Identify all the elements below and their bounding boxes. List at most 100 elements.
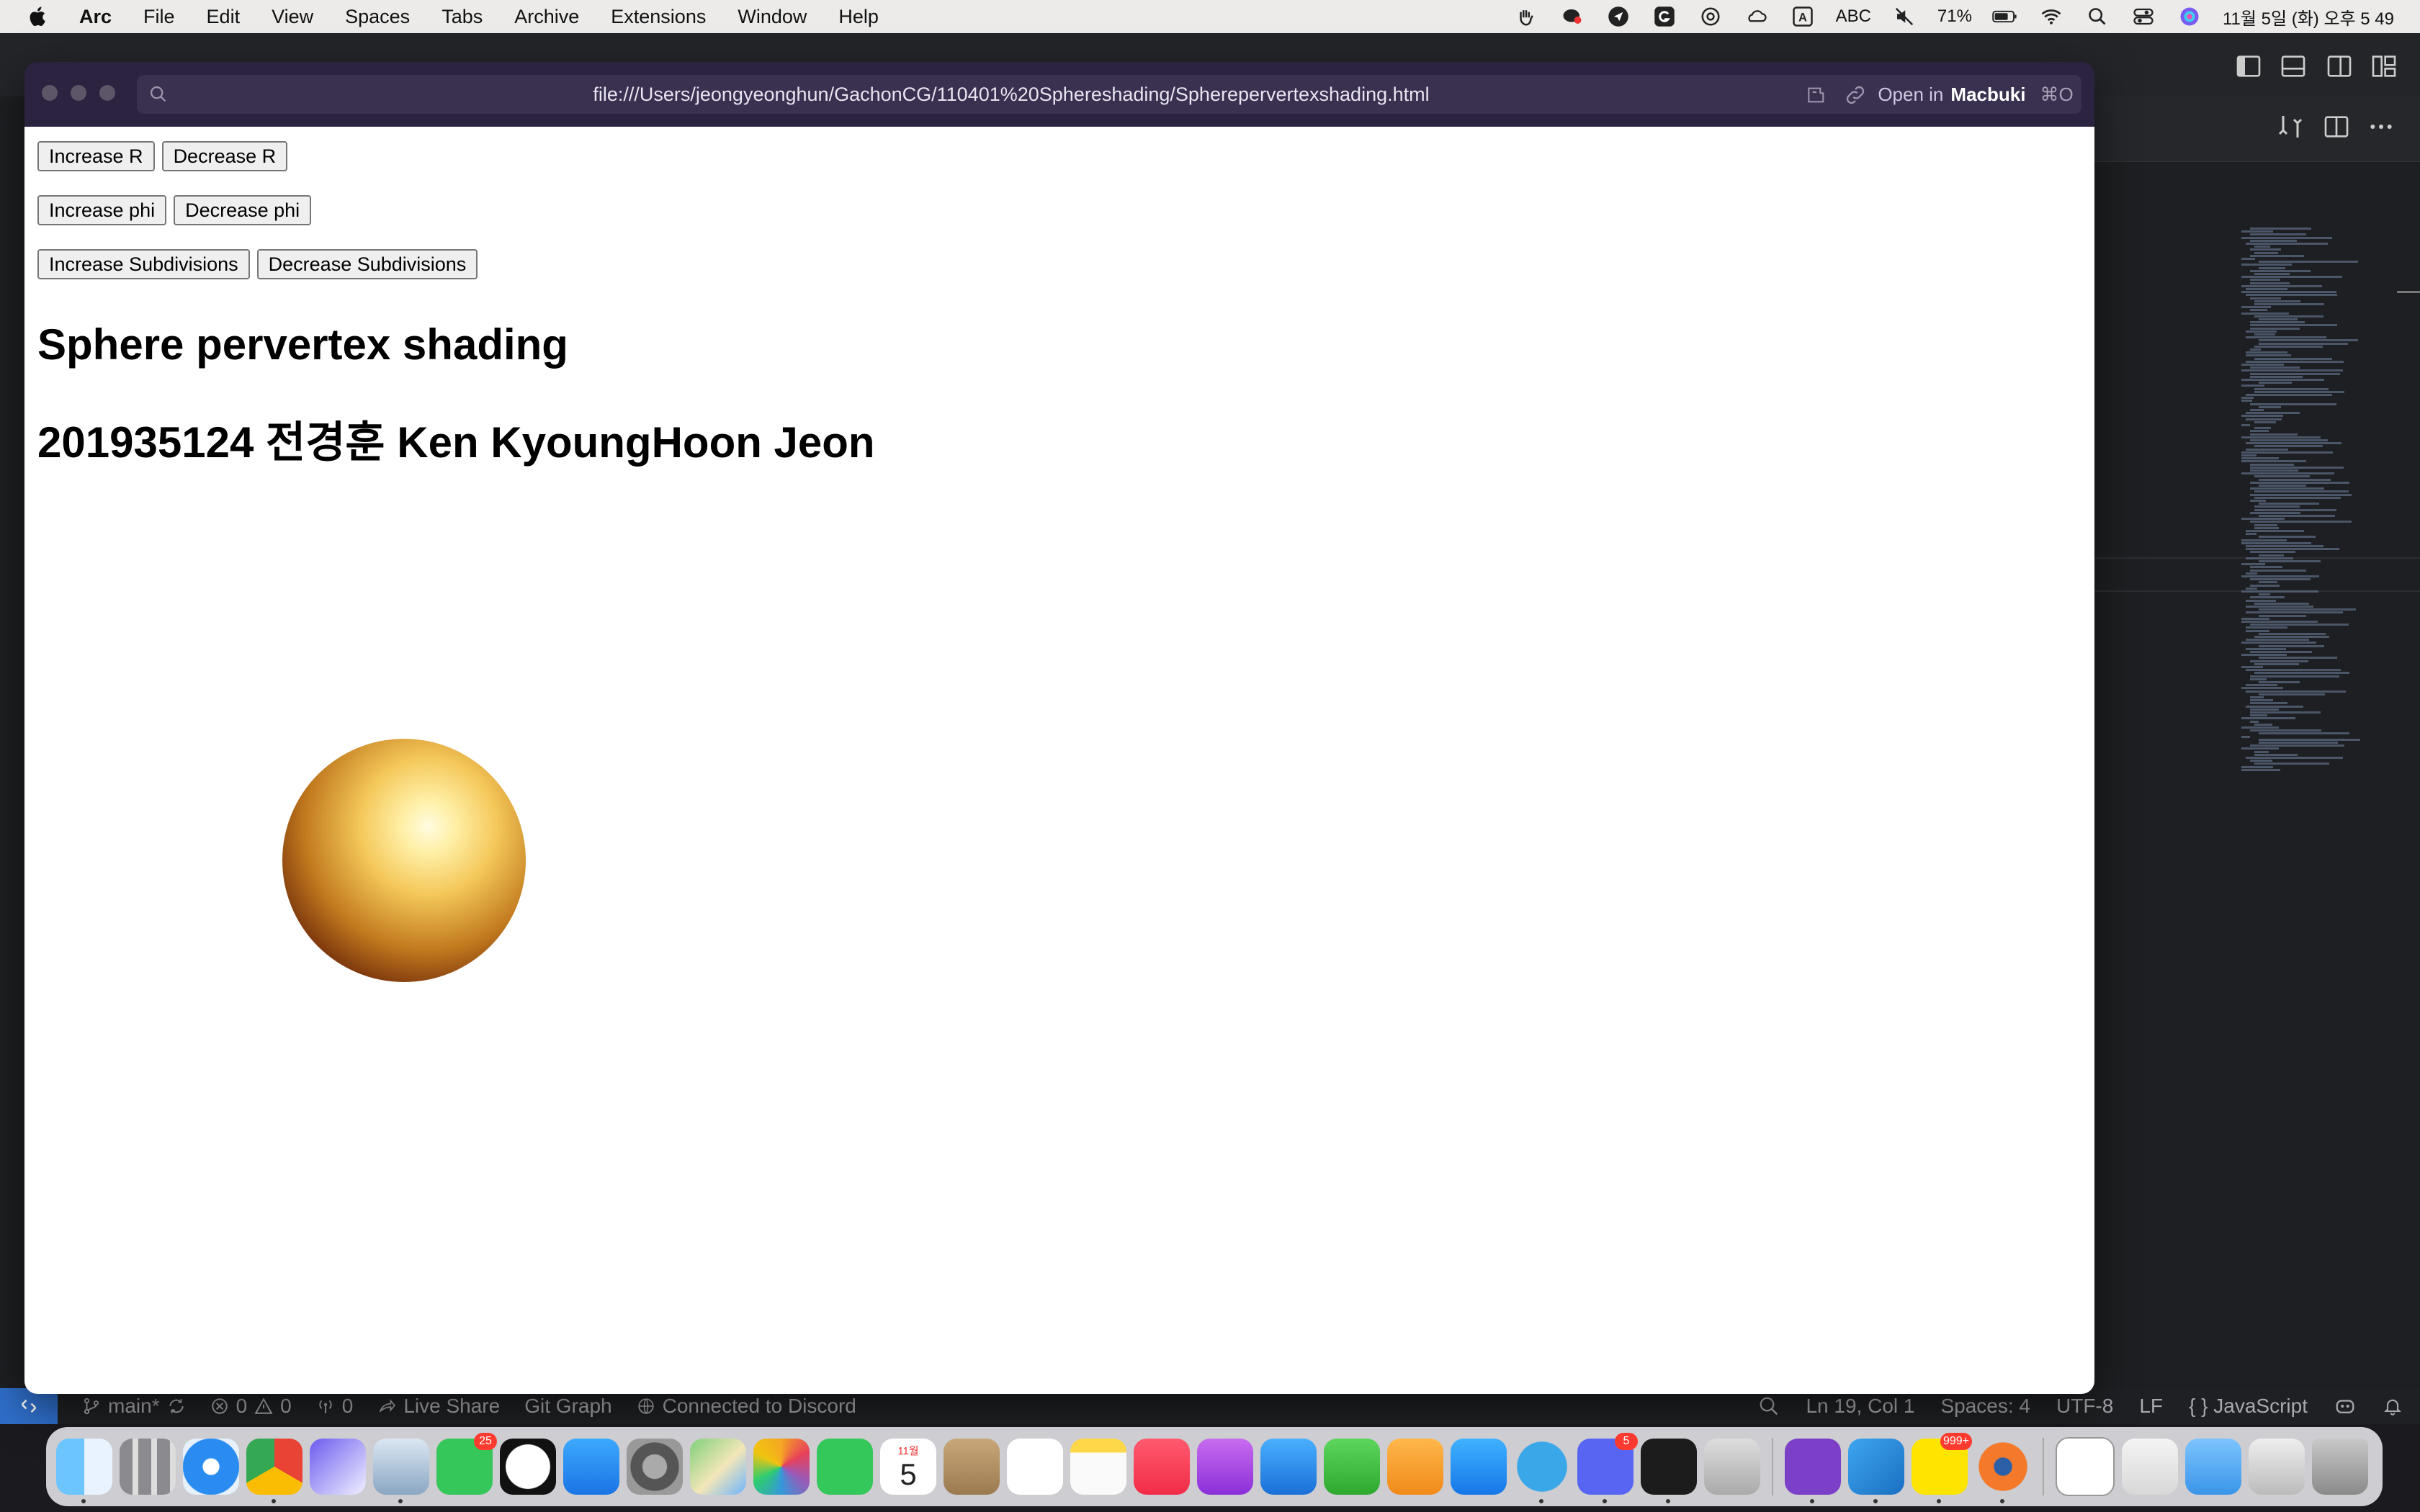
app-store-icon[interactable] (1451, 1439, 1507, 1495)
open-in-main-window-button[interactable]: Open in Macbuki ⌘O (1870, 75, 2081, 114)
maps-icon[interactable] (690, 1439, 746, 1495)
finder-icon[interactable] (56, 1439, 112, 1503)
apple-icon[interactable] (26, 4, 50, 29)
keynote-icon[interactable] (1260, 1439, 1317, 1495)
toggle-secondary-sidebar-icon[interactable] (2325, 52, 2354, 81)
notes-icon[interactable] (1070, 1439, 1126, 1495)
menu-extensions[interactable]: Extensions (611, 6, 706, 28)
mail-icon[interactable] (563, 1439, 619, 1495)
extensions-icon[interactable] (1805, 84, 1828, 107)
more-actions-icon[interactable] (2367, 112, 2396, 141)
clock-datetime[interactable]: 11월 5일 (화) 오후 5 49 (2223, 4, 2394, 30)
send-circle-icon[interactable] (1605, 5, 1631, 28)
minimap[interactable] (2241, 228, 2361, 775)
open-changes-icon[interactable] (2276, 112, 2305, 141)
mute-icon[interactable] (1891, 5, 1917, 28)
grammarly-icon[interactable] (1652, 5, 1677, 28)
window-close-button[interactable] (42, 85, 58, 101)
telegram-icon[interactable] (1514, 1439, 1570, 1503)
increase-phi-button[interactable]: Increase phi (37, 195, 167, 225)
reminders-icon[interactable] (1007, 1439, 1063, 1495)
music-icon[interactable] (1134, 1439, 1190, 1495)
podcasts-icon[interactable] (1197, 1439, 1253, 1495)
input-source-label[interactable]: ABC (1836, 6, 1871, 27)
toggle-panel-icon[interactable] (2279, 52, 2308, 81)
discord-presence[interactable]: Connected to Discord (637, 1395, 856, 1418)
safari-icon[interactable] (183, 1439, 239, 1495)
blend-file-icon[interactable] (2056, 1437, 2115, 1496)
end-of-line[interactable]: LF (2139, 1395, 2163, 1418)
pages-icon[interactable] (1387, 1439, 1443, 1495)
menu-edit[interactable]: Edit (207, 6, 241, 28)
chrome-icon[interactable] (246, 1439, 302, 1503)
split-editor-icon[interactable] (2322, 112, 2351, 141)
toggle-sidebar-icon[interactable] (2234, 52, 2263, 81)
menu-help[interactable]: Help (838, 6, 879, 28)
trash-icon[interactable] (2312, 1439, 2368, 1495)
cursor-position[interactable]: Ln 19, Col 1 (1806, 1395, 1914, 1418)
vscode-icon[interactable] (1848, 1439, 1904, 1503)
copy-link-icon[interactable] (1844, 84, 1867, 107)
menu-window[interactable]: Window (738, 6, 807, 28)
increase-r-button[interactable]: Increase R (37, 141, 155, 171)
address-bar[interactable]: file:///Users/jeongyeonghun/GachonCG/110… (137, 75, 1886, 114)
git-branch[interactable]: main* (82, 1395, 186, 1418)
menu-file[interactable]: File (143, 6, 175, 28)
system-settings-icon[interactable] (627, 1439, 683, 1495)
wifi-icon[interactable] (2038, 5, 2064, 28)
menu-view[interactable]: View (272, 6, 313, 28)
terminal-icon[interactable] (1641, 1439, 1697, 1503)
git-graph-button[interactable]: Git Graph (524, 1395, 611, 1418)
window-zoom-button[interactable] (99, 85, 115, 101)
clock-icon[interactable] (500, 1439, 556, 1495)
contacts-icon[interactable] (944, 1439, 1000, 1495)
spotlight-search-icon[interactable] (2084, 5, 2110, 28)
downloads-folder-icon[interactable] (2185, 1439, 2241, 1495)
problems-indicator[interactable]: 0 0 (210, 1395, 292, 1418)
window-minimize-button[interactable] (71, 85, 86, 101)
notifications-bell-icon[interactable] (2383, 1395, 2403, 1417)
copilot-icon[interactable] (2334, 1395, 2357, 1417)
blender-icon[interactable] (1975, 1439, 2031, 1503)
zoom-icon[interactable] (1758, 1395, 1780, 1417)
kakaotalk-icon[interactable]: 999+ (1912, 1433, 1972, 1503)
github-desktop-icon[interactable] (1785, 1439, 1841, 1503)
indentation[interactable]: Spaces: 4 (1940, 1395, 2030, 1418)
discord-icon[interactable]: 5 (1577, 1433, 1638, 1503)
menu-spaces[interactable]: Spaces (345, 6, 410, 28)
cloud-sync-icon[interactable] (1744, 5, 1770, 28)
numbers-icon[interactable] (1324, 1439, 1380, 1495)
chat-bubble-icon[interactable] (1559, 5, 1585, 28)
live-share-button[interactable]: Live Share (377, 1395, 500, 1418)
decrease-subdivisions-button[interactable]: Decrease Subdivisions (256, 249, 478, 279)
sync-icon[interactable] (167, 1397, 186, 1416)
facetime-icon[interactable] (817, 1439, 873, 1495)
affinity-designer-icon[interactable] (310, 1439, 366, 1495)
photos-icon[interactable] (753, 1439, 810, 1495)
decrease-phi-button[interactable]: Decrease phi (174, 195, 312, 225)
control-center-icon[interactable] (2130, 5, 2156, 28)
input-source-icon[interactable]: A (1790, 5, 1816, 28)
preview-icon[interactable] (373, 1439, 429, 1503)
decrease-r-button[interactable]: Decrease R (161, 141, 288, 171)
calendar-icon[interactable]: 11월 5 (880, 1439, 936, 1495)
shaded-sphere-canvas[interactable] (282, 739, 526, 982)
screenshots-stack-icon[interactable] (2249, 1439, 2305, 1495)
messages-icon[interactable]: 25 (436, 1433, 497, 1495)
at-sign-icon[interactable] (1698, 5, 1724, 28)
ports-indicator[interactable]: 0 (316, 1395, 353, 1418)
language-mode[interactable]: { } JavaScript (2189, 1395, 2308, 1418)
siri-icon[interactable] (2177, 5, 2202, 28)
menu-tabs[interactable]: Tabs (442, 6, 483, 28)
increase-subdivisions-button[interactable]: Increase Subdivisions (37, 249, 250, 279)
scrollbar-marker[interactable] (2397, 291, 2420, 293)
hand-icon[interactable] (1513, 5, 1539, 28)
encoding[interactable]: UTF-8 (2056, 1395, 2113, 1418)
launchpad-icon[interactable] (120, 1439, 176, 1495)
battery-icon[interactable] (1992, 5, 2018, 28)
documents-stack-icon[interactable] (2122, 1439, 2178, 1495)
customize-layout-icon[interactable] (2370, 52, 2398, 81)
menu-app-arc[interactable]: Arc (79, 6, 112, 28)
menu-archive[interactable]: Archive (514, 6, 579, 28)
iphone-mirroring-icon[interactable] (1704, 1439, 1760, 1495)
